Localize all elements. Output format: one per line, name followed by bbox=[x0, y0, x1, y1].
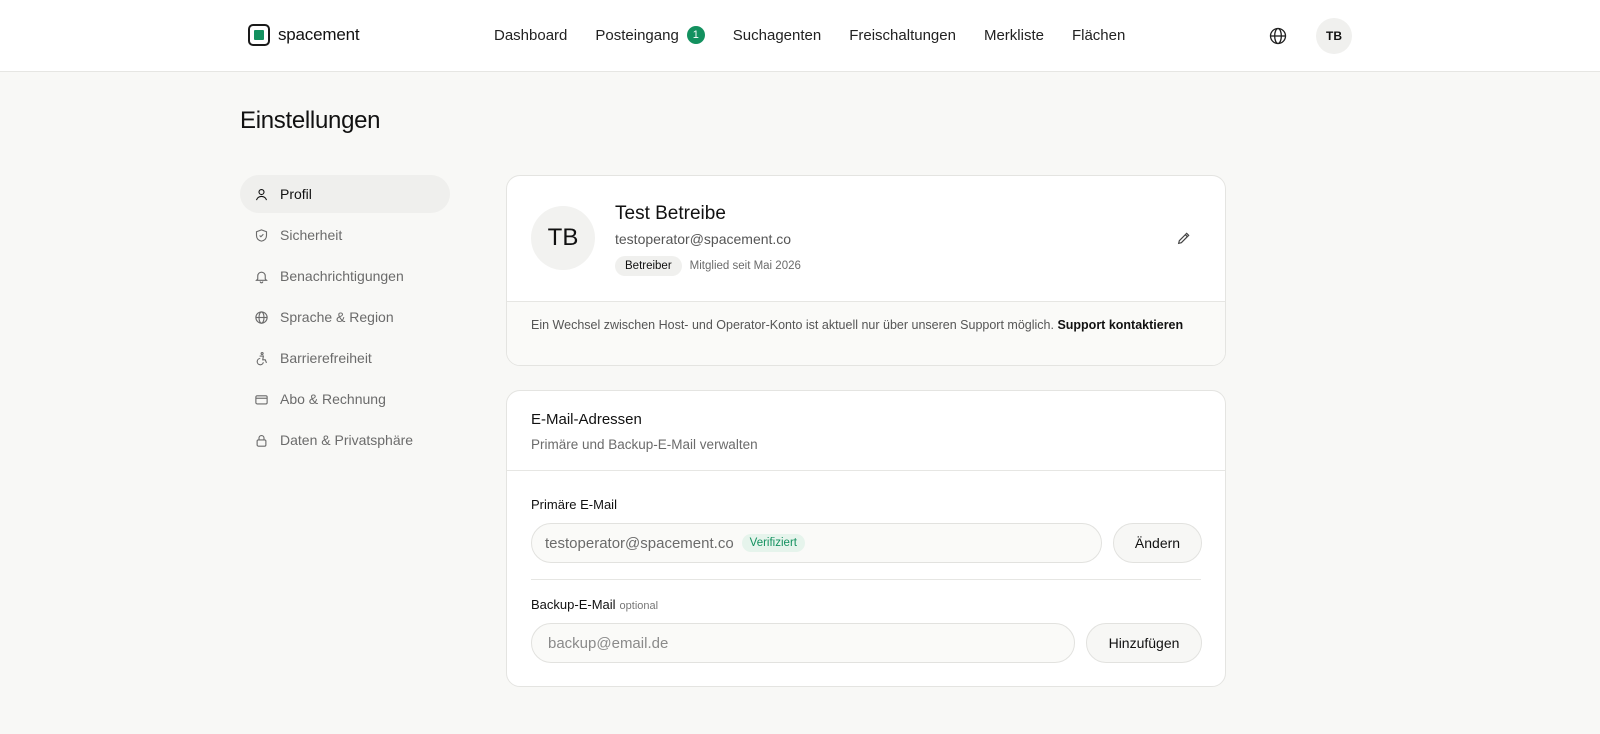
email-card-subtitle: Primäre und Backup-E-Mail verwalten bbox=[531, 437, 758, 452]
profile-meta: Betreiber Mitglied seit Mai 2026 bbox=[615, 256, 801, 276]
sidebar-item-sprache-region[interactable]: Sprache & Region bbox=[240, 298, 450, 336]
credit-card-icon bbox=[253, 391, 269, 407]
field-divider bbox=[531, 579, 1201, 580]
profile-email: testoperator@spacement.co bbox=[615, 231, 792, 247]
backup-email-input[interactable]: backup@email.de bbox=[531, 623, 1075, 663]
globe-icon bbox=[253, 309, 269, 325]
optional-hint: optional bbox=[619, 600, 659, 612]
profile-name: Test Betreibe bbox=[615, 203, 726, 224]
nav-merkliste[interactable]: Merkliste bbox=[984, 27, 1044, 44]
primary-email-field[interactable]: testoperator@spacement.co Verifiziert bbox=[531, 523, 1102, 563]
logo-mark-icon bbox=[248, 24, 270, 46]
sidebar-item-label: Abo & Rechnung bbox=[280, 391, 386, 407]
main-nav: Dashboard Posteingang 1 Suchagenten Frei… bbox=[494, 26, 1125, 44]
sidebar-item-benachrichtigungen[interactable]: Benachrichtigungen bbox=[240, 257, 450, 295]
page-title: Einstellungen bbox=[240, 107, 381, 134]
sidebar-item-profil[interactable]: Profil bbox=[240, 175, 450, 213]
primary-email-value: testoperator@spacement.co bbox=[545, 534, 734, 552]
nav-label: Dashboard bbox=[494, 26, 568, 44]
nav-label: Posteingang bbox=[595, 26, 679, 44]
nav-posteingang[interactable]: Posteingang 1 bbox=[595, 26, 705, 44]
nav-label: Suchagenten bbox=[732, 26, 822, 44]
sidebar-item-label: Benachrichtigungen bbox=[280, 268, 404, 284]
top-header: spacement Dashboard Posteingang 1 Suchag… bbox=[0, 0, 1600, 72]
sidebar-item-daten-privatsphaere[interactable]: Daten & Privatsphäre bbox=[240, 421, 450, 459]
edit-profile-pencil-icon[interactable] bbox=[1173, 227, 1195, 249]
account-switch-note: Ein Wechsel zwischen Host- und Operator-… bbox=[507, 302, 1225, 365]
user-avatar[interactable]: TB bbox=[1316, 18, 1352, 54]
member-since: Mitglied seit Mai 2026 bbox=[689, 260, 801, 272]
logo-text: spacement bbox=[278, 25, 360, 44]
accessibility-icon bbox=[253, 350, 269, 366]
sidebar-item-sicherheit[interactable]: Sicherheit bbox=[240, 216, 450, 254]
settings-sidebar: Profil Sicherheit Benachrichtigungen Spr… bbox=[240, 175, 450, 462]
email-card-header: E-Mail-Adressen Primäre und Backup-E-Mai… bbox=[507, 391, 1225, 471]
user-icon bbox=[253, 186, 269, 202]
email-addresses-card: E-Mail-Adressen Primäre und Backup-E-Mai… bbox=[506, 390, 1226, 687]
profile-summary: TB Test Betreibe testoperator@spacement.… bbox=[507, 176, 1225, 302]
primary-email-label: Primäre E-Mail bbox=[531, 497, 617, 512]
support-contact-link[interactable]: Support kontaktieren bbox=[1057, 318, 1183, 332]
nav-label: Merkliste bbox=[983, 26, 1044, 44]
add-backup-email-button[interactable]: Hinzufügen bbox=[1086, 623, 1202, 663]
backup-email-label-text: Backup-E-Mail bbox=[531, 597, 616, 612]
note-text: Ein Wechsel zwischen Host- und Operator-… bbox=[531, 318, 1058, 332]
nav-dashboard[interactable]: Dashboard bbox=[494, 27, 567, 44]
verified-badge: Verifiziert bbox=[741, 534, 805, 552]
sidebar-item-label: Sprache & Region bbox=[280, 309, 394, 325]
bell-icon bbox=[253, 268, 269, 284]
shield-icon bbox=[253, 227, 269, 243]
language-globe-icon[interactable] bbox=[1266, 24, 1290, 48]
nav-freischaltungen[interactable]: Freischaltungen bbox=[849, 27, 956, 44]
sidebar-item-abo-rechnung[interactable]: Abo & Rechnung bbox=[240, 380, 450, 418]
sidebar-item-barrierefreiheit[interactable]: Barrierefreiheit bbox=[240, 339, 450, 377]
profile-card: TB Test Betreibe testoperator@spacement.… bbox=[506, 175, 1226, 366]
unread-count-badge: 1 bbox=[686, 26, 705, 44]
nav-label: Flächen bbox=[1071, 26, 1126, 44]
lock-icon bbox=[253, 432, 269, 448]
nav-flaechen[interactable]: Flächen bbox=[1072, 27, 1125, 44]
change-primary-email-button[interactable]: Ändern bbox=[1113, 523, 1202, 563]
email-card-title: E-Mail-Adressen bbox=[531, 411, 642, 428]
logo[interactable]: spacement bbox=[248, 24, 360, 46]
sidebar-item-label: Daten & Privatsphäre bbox=[280, 432, 414, 448]
role-badge: Betreiber bbox=[615, 256, 682, 276]
backup-email-label: Backup-E-Mail optional bbox=[531, 597, 658, 612]
backup-email-placeholder: backup@email.de bbox=[548, 634, 669, 652]
sidebar-item-label: Profil bbox=[280, 186, 312, 202]
profile-avatar: TB bbox=[531, 206, 595, 270]
nav-suchagenten[interactable]: Suchagenten bbox=[733, 27, 821, 44]
nav-label: Freischaltungen bbox=[849, 26, 956, 44]
primary-email-label-text: Primäre E-Mail bbox=[531, 497, 617, 512]
sidebar-item-label: Barrierefreiheit bbox=[280, 350, 372, 366]
sidebar-item-label: Sicherheit bbox=[280, 227, 343, 243]
